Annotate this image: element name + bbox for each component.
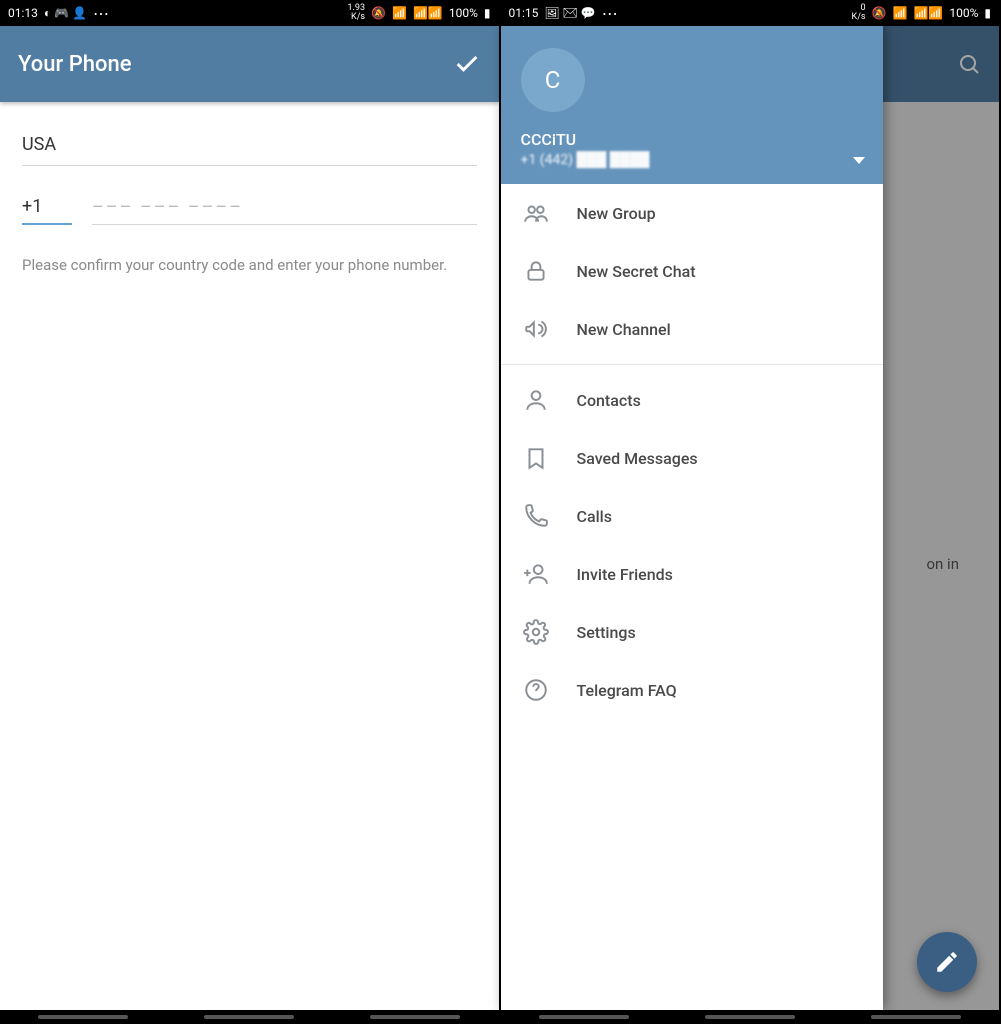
signal-icon: 📶📶 bbox=[913, 6, 943, 20]
navigation-drawer: C CCCiTU +1 (442) ███ ████ New GroupNew … bbox=[501, 26, 883, 1010]
megaphone-icon bbox=[523, 316, 549, 342]
country-field[interactable]: USA bbox=[22, 126, 477, 166]
help-icon bbox=[523, 677, 549, 703]
menu-item-new-secret-chat[interactable]: New Secret Chat bbox=[501, 242, 883, 300]
menu-item-label: Calls bbox=[577, 507, 612, 526]
drawer-header[interactable]: C CCCiTU +1 (442) ███ ████ bbox=[501, 26, 883, 184]
menu-item-invite-friends[interactable]: Invite Friends bbox=[501, 545, 883, 603]
settings-icon bbox=[523, 619, 549, 645]
form-area: USA +1 ––– ––– –––– Please confirm your … bbox=[0, 102, 499, 301]
more-icon bbox=[602, 4, 618, 23]
menu-item-saved-messages[interactable]: Saved Messages bbox=[501, 429, 883, 487]
nav-back[interactable] bbox=[370, 1015, 460, 1019]
menu-item-label: Invite Friends bbox=[577, 565, 673, 584]
phone-right: 01:15 🖼 ✉ 💬 0 K/s 🔕 📶 📶📶 100% ▮ on in C … bbox=[501, 0, 1001, 1024]
phone-number-input[interactable]: ––– ––– –––– bbox=[92, 193, 477, 225]
status-bar: 01:13 ◐ 🎮 👤 1.93 K/s 🔕 📶 📶📶 100% ▮ bbox=[0, 0, 499, 26]
status-app-icons: ◐ 🎮 👤 bbox=[44, 6, 87, 20]
more-icon bbox=[93, 4, 109, 23]
android-nav-bar bbox=[0, 1010, 499, 1024]
battery-text: 100% bbox=[949, 6, 978, 20]
wifi-icon: 📶 bbox=[392, 6, 407, 20]
android-nav-bar bbox=[501, 1010, 1000, 1024]
account-name: CCCiTU bbox=[521, 130, 863, 149]
nav-home[interactable] bbox=[204, 1015, 294, 1019]
status-app-icons: 🖼 ✉ 💬 bbox=[544, 6, 595, 20]
status-time: 01:13 bbox=[8, 6, 38, 20]
mute-icon: 🔕 bbox=[872, 6, 887, 20]
group-icon bbox=[523, 200, 549, 226]
avatar[interactable]: C bbox=[521, 48, 585, 112]
menu-item-new-channel[interactable]: New Channel bbox=[501, 300, 883, 358]
country-code-input[interactable]: +1 bbox=[22, 192, 72, 225]
chevron-down-icon[interactable] bbox=[853, 157, 865, 164]
account-phone: +1 (442) ███ ████ bbox=[521, 151, 863, 168]
menu-item-contacts[interactable]: Contacts bbox=[501, 371, 883, 429]
menu-item-label: New Group bbox=[577, 204, 656, 223]
net-speed: 1.93 K/s bbox=[348, 4, 366, 22]
net-speed: 0 K/s bbox=[852, 4, 866, 22]
nav-back[interactable] bbox=[871, 1015, 961, 1019]
menu-divider bbox=[501, 364, 883, 365]
pencil-icon bbox=[934, 949, 960, 975]
hint-text: Please confirm your country code and ent… bbox=[22, 255, 477, 277]
menu-item-new-group[interactable]: New Group bbox=[501, 184, 883, 242]
bookmark-icon bbox=[523, 445, 549, 471]
status-bar: 01:15 🖼 ✉ 💬 0 K/s 🔕 📶 📶📶 100% ▮ bbox=[501, 0, 1000, 26]
person-icon bbox=[523, 387, 549, 413]
menu-item-label: New Channel bbox=[577, 320, 671, 339]
signal-icon: 📶📶 bbox=[413, 6, 443, 20]
app-bar: Your Phone bbox=[0, 26, 499, 102]
battery-text: 100% bbox=[449, 6, 478, 20]
nav-home[interactable] bbox=[705, 1015, 795, 1019]
menu-item-settings[interactable]: Settings bbox=[501, 603, 883, 661]
call-icon bbox=[523, 503, 549, 529]
menu-item-label: Telegram FAQ bbox=[577, 681, 677, 700]
phone-left: 01:13 ◐ 🎮 👤 1.93 K/s 🔕 📶 📶📶 100% ▮ Your … bbox=[0, 0, 501, 1024]
invite-icon bbox=[523, 561, 549, 587]
nav-recent[interactable] bbox=[38, 1015, 128, 1019]
menu-item-label: Saved Messages bbox=[577, 449, 698, 468]
menu-item-label: New Secret Chat bbox=[577, 262, 696, 281]
mute-icon: 🔕 bbox=[371, 6, 386, 20]
battery-icon: ▮ bbox=[984, 6, 991, 20]
battery-icon: ▮ bbox=[484, 6, 491, 20]
drawer-menu: New Group New Secret Chat New Channel Cont… bbox=[501, 184, 883, 1010]
menu-item-telegram-faq[interactable]: Telegram FAQ bbox=[501, 661, 883, 719]
menu-item-label: Settings bbox=[577, 623, 636, 642]
confirm-button[interactable] bbox=[453, 50, 481, 78]
nav-recent[interactable] bbox=[539, 1015, 629, 1019]
status-time: 01:15 bbox=[509, 6, 539, 20]
menu-item-label: Contacts bbox=[577, 391, 641, 410]
page-title: Your Phone bbox=[18, 52, 131, 77]
lock-icon bbox=[523, 258, 549, 284]
menu-item-calls[interactable]: Calls bbox=[501, 487, 883, 545]
compose-fab[interactable] bbox=[917, 932, 977, 992]
wifi-icon: 📶 bbox=[893, 6, 908, 20]
